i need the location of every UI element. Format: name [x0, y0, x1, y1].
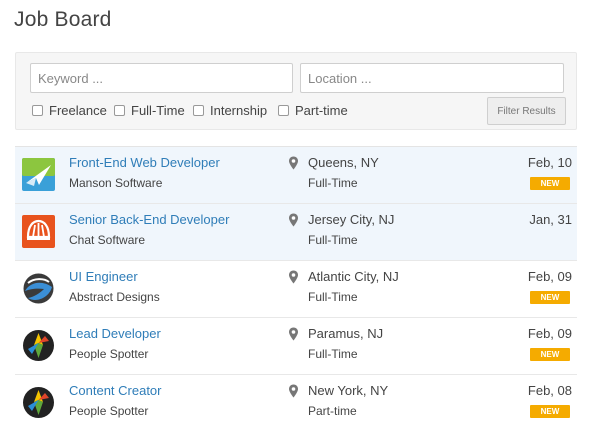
- checkbox-box[interactable]: [32, 105, 43, 116]
- job-date: Feb, 08: [527, 383, 572, 398]
- checkbox-freelance[interactable]: Freelance: [32, 103, 107, 118]
- checkbox-label: Internship: [210, 103, 268, 118]
- new-badge: NEW: [530, 177, 570, 190]
- job-date: Feb, 09: [527, 326, 572, 341]
- checkbox-box[interactable]: [278, 105, 289, 116]
- job-date: Feb, 10: [527, 155, 572, 170]
- job-type: Full-Time: [308, 290, 358, 304]
- job-type: Full-Time: [308, 233, 358, 247]
- abstract-swirl-logo-icon: [23, 273, 54, 304]
- checkbox-part-time[interactable]: Part-time: [278, 103, 348, 118]
- job-date: Feb, 09: [527, 269, 572, 284]
- job-list: Front-End Web Developer Manson Software …: [15, 146, 577, 429]
- checkbox-label: Full-Time: [131, 103, 185, 118]
- checkbox-box[interactable]: [193, 105, 204, 116]
- job-location: Atlantic City, NJ: [308, 269, 399, 284]
- location-input[interactable]: [300, 63, 564, 93]
- checkbox-label: Freelance: [49, 103, 107, 118]
- chat-shell-logo-icon: [22, 215, 55, 248]
- filter-results-button[interactable]: Filter Results: [487, 97, 566, 125]
- map-pin-icon: [289, 384, 298, 398]
- company-name: Abstract Designs: [69, 290, 160, 304]
- new-badge: NEW: [530, 405, 570, 418]
- checkbox-box[interactable]: [114, 105, 125, 116]
- job-location: Paramus, NJ: [308, 326, 384, 341]
- job-type: Full-Time: [308, 176, 358, 190]
- checkbox-full-time[interactable]: Full-Time: [114, 103, 185, 118]
- job-title-link[interactable]: Front-End Web Developer: [69, 155, 220, 170]
- job-row[interactable]: Front-End Web Developer Manson Software …: [15, 147, 577, 204]
- job-row[interactable]: Content Creator People Spotter New York,…: [15, 375, 577, 429]
- new-badge: NEW: [530, 348, 570, 361]
- job-title-link[interactable]: UI Engineer: [69, 269, 138, 284]
- job-title-link[interactable]: Lead Developer: [69, 326, 161, 341]
- job-type: Part-time: [308, 404, 357, 418]
- map-pin-icon: [289, 327, 298, 341]
- job-row[interactable]: UI Engineer Abstract Designs Atlantic Ci…: [15, 261, 577, 318]
- map-pin-icon: [289, 156, 298, 170]
- job-title-link[interactable]: Content Creator: [69, 383, 162, 398]
- job-type: Full-Time: [308, 347, 358, 361]
- page-title: Job Board: [14, 8, 112, 31]
- job-location: New York, NY: [308, 383, 389, 398]
- map-pin-icon: [289, 270, 298, 284]
- checkbox-internship[interactable]: Internship: [193, 103, 267, 118]
- spotter-logo-icon: [23, 330, 54, 361]
- job-title-link[interactable]: Senior Back-End Developer: [69, 212, 229, 227]
- job-filter-panel: Freelance Full-Time Internship Part-time…: [15, 52, 577, 130]
- job-row[interactable]: Lead Developer People Spotter Paramus, N…: [15, 318, 577, 375]
- job-location: Queens, NY: [308, 155, 379, 170]
- job-date: Jan, 31: [529, 212, 572, 227]
- keyword-input[interactable]: [30, 63, 293, 93]
- job-row[interactable]: Senior Back-End Developer Chat Software …: [15, 204, 577, 261]
- company-name: Chat Software: [69, 233, 146, 247]
- spotter-logo-icon: [23, 387, 54, 418]
- company-name: Manson Software: [69, 176, 163, 190]
- job-location: Jersey City, NJ: [308, 212, 395, 227]
- new-badge: NEW: [530, 291, 570, 304]
- company-name: People Spotter: [69, 404, 149, 418]
- checkbox-label: Part-time: [295, 103, 348, 118]
- paper-plane-logo-icon: [22, 158, 55, 191]
- company-name: People Spotter: [69, 347, 149, 361]
- map-pin-icon: [289, 213, 298, 227]
